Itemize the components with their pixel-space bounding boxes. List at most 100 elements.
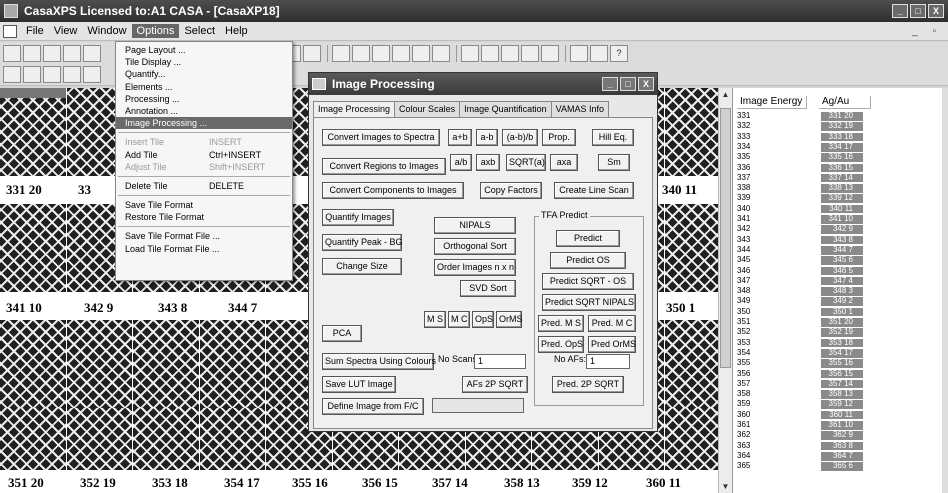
menu-window[interactable]: Window [82, 24, 131, 38]
image-tile[interactable] [133, 408, 200, 470]
copy-factors-button[interactable]: Copy Factors [480, 182, 542, 199]
options-menu-item[interactable]: Delete Tile DELETE [116, 180, 292, 192]
a-times-b-button[interactable]: axb [476, 154, 500, 171]
tile-icon-3[interactable] [43, 66, 61, 83]
tab-image-quantification[interactable]: Image Quantification [459, 101, 552, 117]
save-lut-image-button[interactable]: Save LUT Image [322, 376, 396, 393]
a-minus-b-over-b-button[interactable]: (a-b)/b [502, 129, 538, 146]
table-row[interactable]: 353 353 18 [737, 338, 877, 348]
tool-icon-5[interactable] [372, 44, 390, 62]
options-menu-item[interactable]: Restore Tile Format [116, 211, 292, 223]
dialog-close-icon[interactable]: X [638, 77, 654, 91]
close-icon[interactable]: X [928, 4, 944, 18]
mc-button[interactable]: M C [448, 311, 470, 328]
table-row[interactable]: 336 336 15 [737, 163, 877, 173]
pred-orms-button[interactable]: Pred OrMS [588, 336, 636, 353]
tool-icon-12[interactable] [541, 44, 559, 62]
dialog-minimize-icon[interactable]: _ [602, 77, 618, 91]
image-tile[interactable] [0, 204, 67, 292]
image-tile[interactable] [66, 408, 133, 470]
tab-image-processing[interactable]: Image Processing [313, 101, 396, 118]
options-menu-item[interactable]: Add Tile Ctrl+INSERT [116, 149, 292, 161]
document-icon[interactable] [3, 24, 17, 38]
tool-icon-3[interactable] [332, 44, 350, 62]
table-row[interactable]: 347 347 4 [737, 276, 877, 286]
tile-icon-2[interactable] [23, 66, 41, 83]
tile-icon-1[interactable] [3, 66, 21, 83]
table-row[interactable]: 348 348 3 [737, 286, 877, 296]
table-row[interactable]: 364 364 7 [737, 451, 877, 461]
tool-icon-11[interactable] [521, 44, 539, 62]
define-image-input[interactable] [432, 398, 524, 413]
table-row[interactable]: 335 335 16 [737, 153, 877, 162]
tab-vamas-info[interactable]: VAMAS Info [550, 101, 609, 117]
options-menu-item[interactable]: Elements ... [116, 81, 292, 93]
options-menu-item[interactable]: Annotation ... [116, 105, 292, 117]
table-scrollbar[interactable] [942, 88, 948, 493]
nipals-button[interactable]: NIPALS [434, 217, 516, 234]
menu-help[interactable]: Help [220, 24, 253, 38]
options-menu-item[interactable]: Load Tile Format File ... [116, 243, 292, 255]
table-row[interactable]: 340 340 11 [737, 204, 877, 214]
tool-icon-7[interactable] [432, 44, 450, 62]
predict-button[interactable]: Predict [556, 230, 620, 247]
table-row[interactable]: 358 358 13 [737, 389, 877, 399]
options-menu-item[interactable]: Save Tile Format File ... [116, 230, 292, 242]
table-row[interactable]: 343 343 8 [737, 235, 877, 245]
menu-select[interactable]: Select [179, 24, 220, 38]
orms-button[interactable]: OrMS [496, 311, 523, 328]
tile-icon-4[interactable] [63, 66, 81, 83]
ms-button[interactable]: M S [424, 311, 446, 328]
options-menu-item[interactable]: Image Processing ... [116, 117, 292, 130]
copy-icon[interactable] [83, 44, 101, 62]
quantify-images-button[interactable]: Quantify Images [322, 209, 394, 226]
orthogonal-sort-button[interactable]: Orthogonal Sort [434, 238, 516, 255]
create-line-scan-button[interactable]: Create Line Scan [554, 182, 634, 199]
prop-button[interactable]: Prop. [542, 129, 576, 146]
sum-spectra-button[interactable]: Sum Spectra Using Colours [322, 353, 436, 370]
change-size-button[interactable]: Change Size [322, 258, 402, 275]
tool-icon-6[interactable] [392, 44, 410, 62]
scroll-up-icon[interactable]: ▲ [719, 88, 732, 101]
table-row[interactable]: 337 337 14 [737, 173, 877, 183]
pred-ops-button[interactable]: Pred. OpS [538, 336, 584, 353]
sm-button[interactable]: Sm [598, 154, 630, 171]
sqrt-a-button[interactable]: SQRT(a) [506, 154, 546, 171]
quantify-peak-bg-button[interactable]: Quantify Peak - BG [322, 234, 403, 251]
print-preview-icon[interactable] [590, 44, 608, 62]
afs-2p-sqrt-button[interactable]: AFs 2P SQRT [462, 376, 528, 393]
mdi-controls[interactable]: _ ▫ [912, 26, 942, 37]
new-icon[interactable] [3, 44, 21, 62]
pred-ms-button[interactable]: Pred. M S [538, 315, 584, 332]
workspace-scrollbar[interactable]: ▲ ▼ [718, 88, 732, 493]
maximize-icon[interactable]: □ [910, 4, 926, 18]
table-row[interactable]: 363 363 8 [737, 441, 877, 451]
table-row[interactable]: 357 357 14 [737, 379, 877, 389]
table-row[interactable]: 332 332 19 [737, 122, 877, 131]
minimize-icon[interactable]: _ [892, 4, 908, 18]
hill-eq-button[interactable]: Hill Eq. [592, 129, 634, 146]
table-row[interactable]: 346 346 5 [737, 266, 877, 276]
a-over-b-button[interactable]: a/b [450, 154, 472, 171]
options-menu-item[interactable]: Tile Display ... [116, 56, 292, 68]
table-row[interactable]: 354 354 17 [737, 348, 877, 358]
help-icon[interactable]: ? [610, 44, 628, 62]
table-row[interactable]: 331 331 20 [737, 111, 877, 121]
pencil-icon[interactable] [412, 44, 430, 62]
dialog-title-bar[interactable]: Image Processing _ □ X [309, 73, 657, 95]
tab-colour-scales[interactable]: Colour Scales [394, 101, 461, 117]
open-icon[interactable] [23, 44, 41, 62]
column-header-energy[interactable]: Image Energy [737, 96, 807, 109]
table-row[interactable]: 359 359 12 [737, 400, 877, 410]
table-row[interactable]: 352 352 19 [737, 328, 877, 337]
image-tile[interactable] [0, 320, 67, 408]
convert-components-to-images-button[interactable]: Convert Components to Images [322, 182, 464, 199]
table-row[interactable]: 339 339 12 [737, 194, 877, 204]
tile-icon-5[interactable] [83, 66, 101, 83]
table-row[interactable]: 333 333 18 [737, 132, 877, 142]
table-row[interactable]: 344 344 7 [737, 245, 877, 255]
no-scans-input[interactable]: 1 [474, 354, 526, 369]
scroll-down-icon[interactable]: ▼ [719, 480, 732, 493]
options-menu-item[interactable]: Save Tile Format [116, 199, 292, 211]
image-tile[interactable] [66, 320, 133, 408]
